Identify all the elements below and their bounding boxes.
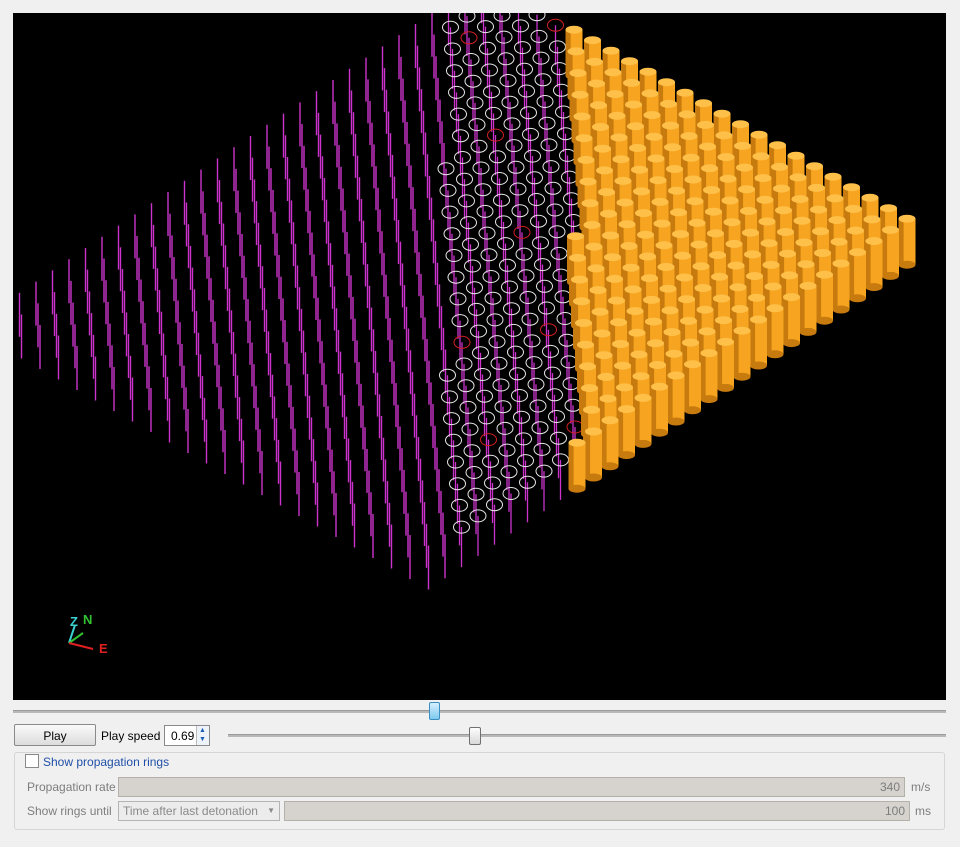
charge-columns	[565, 25, 916, 493]
spin-up-icon[interactable]: ▲	[199, 727, 206, 734]
charge-column	[634, 393, 652, 448]
play-speed-slider[interactable]	[228, 726, 946, 746]
play-speed-label: Play speed	[101, 729, 161, 743]
propagation-rate-unit: m/s	[911, 780, 931, 794]
spin-arrows[interactable]: ▲ ▼	[196, 726, 209, 745]
charge-column	[585, 427, 602, 482]
charge-column	[568, 438, 586, 493]
timeline-slider[interactable]	[13, 702, 946, 720]
show-rings-until-select[interactable]: Time after last detonation ▼	[118, 801, 280, 821]
spin-down-icon[interactable]: ▼	[199, 736, 206, 743]
charge-column	[898, 214, 916, 269]
charge-column	[601, 416, 619, 471]
charge-column	[766, 304, 784, 359]
charge-column	[717, 337, 734, 392]
charge-column	[882, 225, 899, 280]
show-rings-label[interactable]: Show propagation rings	[43, 755, 169, 769]
hole-lines	[18, 13, 576, 590]
speed-slider-thumb[interactable]	[469, 727, 481, 745]
charge-column	[700, 349, 718, 404]
play-button[interactable]: Play	[14, 724, 96, 746]
charge-column	[865, 237, 883, 292]
charge-column	[750, 315, 767, 370]
timeline-thumb[interactable]	[429, 702, 440, 720]
propagation-rate-field[interactable]: 340	[118, 777, 905, 797]
speed-slider-track	[228, 734, 946, 737]
charge-column	[799, 281, 817, 336]
chevron-down-icon: ▼	[267, 806, 275, 815]
blast-pattern-scene	[18, 13, 916, 590]
show-rings-until-unit: ms	[915, 804, 931, 818]
charge-column	[733, 326, 751, 381]
show-rings-until-label: Show rings until	[27, 804, 112, 818]
axis-z-label: Z	[70, 614, 78, 629]
charge-column	[684, 360, 701, 415]
charge-column	[816, 270, 833, 325]
timeline-track	[13, 710, 946, 713]
charge-column	[651, 382, 668, 437]
play-speed-spinbox[interactable]: 0.69 ▲ ▼	[164, 725, 210, 746]
propagation-rate-label: Propagation rate	[27, 780, 116, 794]
charge-column	[832, 259, 850, 314]
3d-viewport[interactable]: Z N E	[13, 13, 946, 700]
charge-column	[667, 371, 685, 426]
charge-column	[618, 405, 635, 460]
charge-column	[783, 293, 800, 348]
show-rings-checkbox[interactable]	[25, 754, 39, 768]
axis-e-label: E	[99, 641, 108, 656]
play-speed-value: 0.69	[171, 729, 195, 743]
axis-n-label: N	[83, 612, 93, 627]
show-rings-until-field[interactable]: 100	[284, 801, 910, 821]
show-rings-until-option: Time after last detonation	[123, 804, 258, 818]
charge-column	[849, 248, 866, 303]
